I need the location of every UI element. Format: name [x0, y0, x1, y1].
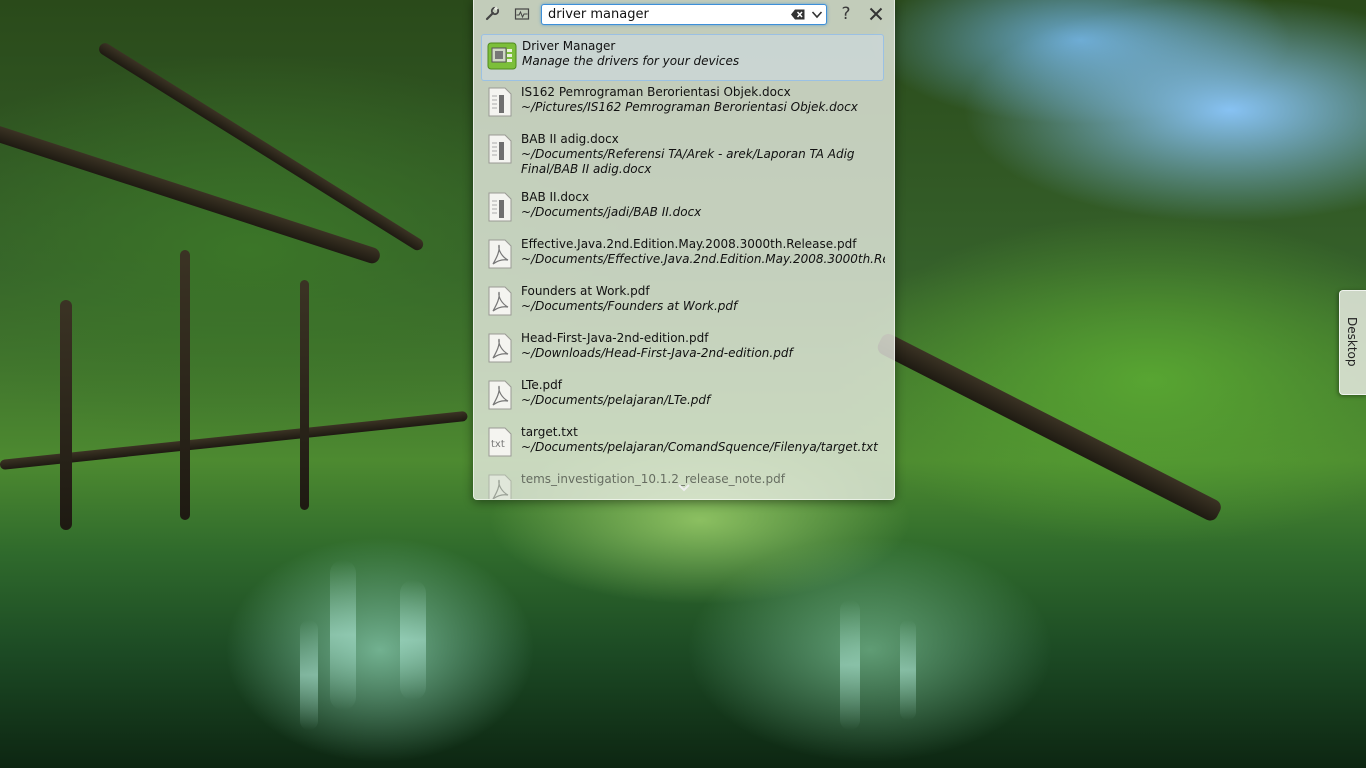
result-subtitle: ~/Documents/Referensi TA/Arek - arek/Lap… — [521, 147, 855, 176]
result-subtitle: ~/Documents/Founders at Work.pdf — [521, 299, 738, 313]
result-title: BAB II.docx — [521, 190, 590, 204]
wallpaper-trunk — [60, 300, 72, 530]
result-subtitle: Manage the drivers for your devices — [522, 54, 740, 68]
result-subtitle: ~/Documents/pelajaran/LTe.pdf — [521, 393, 711, 407]
result-item[interactable]: txt target.txt ~/Documents/pelajaran/Com… — [481, 421, 884, 468]
result-title: BAB II adig.docx — [521, 132, 619, 146]
scroll-down-chevron-icon[interactable] — [677, 478, 691, 492]
help-icon: ? — [841, 4, 851, 24]
pdf-file-icon — [486, 474, 514, 499]
water-reflection — [330, 560, 356, 710]
results-list: Driver Manager Manage the drivers for yo… — [481, 34, 886, 499]
driver-manager-icon — [487, 41, 517, 71]
desktop-tab-label: Desktop — [1345, 317, 1359, 367]
krunner-toolbar: ? — [474, 0, 894, 28]
result-subtitle: ~/Documents/jadi/BAB II.docx — [521, 205, 702, 219]
water-reflection — [300, 620, 318, 730]
activity-monitor-icon[interactable] — [511, 3, 533, 25]
result-title: IS162 Pemrograman Berorientasi Objek.doc… — [521, 85, 791, 99]
result-title: LTe.pdf — [521, 378, 562, 392]
wallpaper-trunk — [300, 280, 309, 510]
water-reflection — [900, 620, 916, 720]
result-item[interactable]: BAB II adig.docx ~/Documents/Referensi T… — [481, 128, 884, 186]
pdf-file-icon — [486, 380, 514, 410]
result-title: Founders at Work.pdf — [521, 284, 650, 298]
pdf-file-icon — [486, 286, 514, 316]
configure-wrench-icon[interactable] — [481, 3, 503, 25]
clear-text-icon[interactable] — [790, 7, 806, 22]
result-item[interactable]: IS162 Pemrograman Berorientasi Objek.doc… — [481, 81, 884, 128]
close-icon — [869, 7, 883, 21]
result-title: Effective.Java.2nd.Edition.May.2008.3000… — [521, 237, 857, 251]
desktop-toolbox-tab[interactable]: Desktop — [1339, 290, 1366, 395]
result-subtitle: ~/Documents/pelajaran/ComandSquence/File… — [521, 440, 878, 454]
txt-icon-label: txt — [491, 439, 505, 450]
pdf-file-icon — [486, 333, 514, 363]
docx-file-icon — [486, 87, 514, 117]
result-item[interactable]: Head-First-Java-2nd-edition.pdf ~/Downlo… — [481, 327, 884, 374]
result-title: Driver Manager — [522, 39, 616, 53]
result-item[interactable]: LTe.pdf ~/Documents/pelajaran/LTe.pdf — [481, 374, 884, 421]
water-reflection — [400, 580, 426, 700]
water-reflection — [840, 600, 860, 730]
wallpaper-trunk — [180, 250, 190, 520]
result-subtitle: ~/Pictures/IS162 Pemrograman Berorientas… — [521, 100, 858, 114]
wallpaper-trunk — [875, 331, 1224, 524]
result-subtitle: ~/Downloads/Head-First-Java-2nd-edition.… — [521, 346, 793, 360]
result-item[interactable]: Founders at Work.pdf ~/Documents/Founder… — [481, 280, 884, 327]
search-field[interactable] — [541, 4, 827, 25]
chevron-down-icon[interactable] — [810, 7, 824, 22]
help-button[interactable]: ? — [835, 3, 857, 25]
pdf-file-icon — [486, 239, 514, 269]
result-item[interactable]: Effective.Java.2nd.Edition.May.2008.3000… — [481, 233, 885, 280]
result-title: target.txt — [521, 425, 578, 439]
result-title: Head-First-Java-2nd-edition.pdf — [521, 331, 709, 345]
close-button[interactable] — [865, 3, 887, 25]
docx-file-icon — [486, 134, 514, 164]
krunner-panel: ? Driver Manager Manage — [473, 0, 895, 500]
txt-file-icon: txt — [486, 427, 514, 457]
search-input[interactable] — [548, 6, 784, 23]
result-subtitle: ~/Documents/Effective.Java.2nd.Edition.M… — [521, 252, 885, 266]
result-item[interactable]: Driver Manager Manage the drivers for yo… — [481, 34, 884, 81]
result-item[interactable]: BAB II.docx ~/Documents/jadi/BAB II.docx — [481, 186, 884, 233]
docx-file-icon — [486, 192, 514, 222]
result-title: tems_investigation_10.1.2_release_note.p… — [521, 472, 785, 486]
